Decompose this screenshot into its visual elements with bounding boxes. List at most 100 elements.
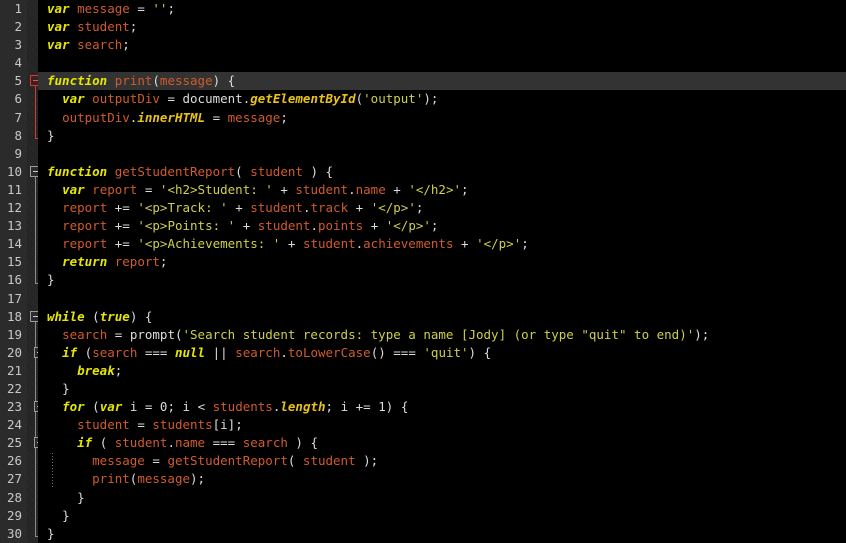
code-line[interactable]: } (38, 127, 846, 145)
line-number: 13 (0, 217, 26, 235)
token-kw: null (175, 345, 205, 360)
code-line[interactable]: report += '<p>Points: ' + student.points… (38, 217, 846, 235)
token-pln: ( (175, 327, 183, 342)
token-pln (175, 91, 183, 106)
code-line[interactable]: if ( student.name === search ) { (38, 434, 846, 452)
code-line[interactable]: print(message); (38, 470, 846, 488)
token-pln: ); (694, 327, 709, 342)
token-pln (47, 218, 62, 233)
token-pln: } (62, 508, 70, 523)
token-id: students (152, 417, 212, 432)
token-kw: while (47, 309, 85, 324)
token-bi: getElementById (250, 91, 355, 106)
token-kw: var (100, 399, 123, 414)
token-pln: === (145, 345, 168, 360)
code-line[interactable]: var report = '<h2>Student: ' + student.n… (38, 181, 846, 199)
token-kw: var (62, 182, 85, 197)
token-pln: i (220, 417, 228, 432)
token-pln: document (183, 91, 243, 106)
token-pln: ( (152, 73, 160, 88)
code-line[interactable]: search = prompt('Search student records:… (38, 326, 846, 344)
code-line[interactable]: } (38, 380, 846, 398)
line-number: 6 (0, 90, 26, 108)
line-number: 22 (0, 380, 26, 398)
token-pln: = (152, 453, 160, 468)
token-pln: ( (356, 91, 364, 106)
token-kw: for (62, 399, 85, 414)
line-number: 30 (0, 525, 26, 543)
token-id: search (235, 345, 280, 360)
code-line[interactable]: for (var i = 0; i < students.length; i +… (38, 398, 846, 416)
code-editor[interactable]: 1234567891011121314151617181920212223242… (0, 0, 846, 543)
line-number: 17 (0, 290, 26, 308)
code-line[interactable]: var student; (38, 18, 846, 36)
code-line[interactable]: var search; (38, 36, 846, 54)
code-line[interactable]: var outputDiv = document.getElementById(… (38, 90, 846, 108)
line-number: 23 (0, 398, 26, 416)
token-pln (47, 182, 62, 197)
code-line[interactable]: var message = ''; (38, 0, 846, 18)
token-pln: ) { (469, 345, 492, 360)
token-pln (47, 471, 92, 486)
token-pln: { (228, 73, 236, 88)
code-area[interactable]: var message = '';var student;var search;… (38, 0, 846, 543)
token-pln (378, 218, 386, 233)
token-pln: i (341, 399, 349, 414)
line-number: 18 (0, 308, 26, 326)
token-pln: ); (190, 471, 205, 486)
token-pln (220, 110, 228, 125)
token-id: report (62, 200, 107, 215)
token-kw: return (62, 254, 107, 269)
code-line[interactable]: if (search === null || search.toLowerCas… (38, 344, 846, 362)
token-pln (363, 218, 371, 233)
token-pln: ); (423, 91, 438, 106)
token-pln: ) { (288, 435, 318, 450)
code-line[interactable] (38, 290, 846, 308)
token-pln: += (348, 399, 378, 414)
token-pln: + (461, 236, 469, 251)
token-pln (453, 236, 461, 251)
code-line[interactable]: } (38, 525, 846, 543)
code-line[interactable]: break; (38, 362, 846, 380)
token-id: search (77, 37, 122, 52)
token-id: report (62, 236, 107, 251)
token-bi: innerHTML (137, 110, 205, 125)
line-number: 3 (0, 36, 26, 54)
token-pln: + (280, 182, 288, 197)
source-code[interactable]: var message = '';var student;var search;… (38, 0, 846, 543)
token-pln (220, 73, 228, 88)
token-pln: . (310, 218, 318, 233)
code-line[interactable]: while (true) { (38, 308, 846, 326)
code-line[interactable]: outputDiv.innerHTML = message; (38, 109, 846, 127)
code-line[interactable]: } (38, 271, 846, 289)
code-line[interactable]: message = getStudentReport( student ); (38, 452, 846, 470)
token-pln (47, 254, 62, 269)
token-pln (47, 381, 62, 396)
token-pln: } (47, 526, 55, 541)
token-pln (295, 236, 303, 251)
code-line[interactable]: function print(message) { (38, 72, 846, 90)
token-pln: ; (167, 1, 175, 16)
code-line[interactable]: report += '<p>Achievements: ' + student.… (38, 235, 846, 253)
code-line[interactable]: report += '<p>Track: ' + student.track +… (38, 199, 846, 217)
code-line[interactable]: } (38, 489, 846, 507)
code-line[interactable]: return report; (38, 253, 846, 271)
token-pln (167, 345, 175, 360)
code-line[interactable]: student = students[i]; (38, 416, 846, 434)
token-pln: ; (521, 236, 529, 251)
token-pln: = (137, 1, 145, 16)
token-pln: ; (280, 110, 288, 125)
fold-connector-line (35, 174, 36, 284)
token-pln (47, 327, 62, 342)
code-line[interactable]: function getStudentReport( student ) { (38, 163, 846, 181)
token-str: '</h2>' (408, 182, 461, 197)
token-str: '</p>' (476, 236, 521, 251)
token-id: student (295, 182, 348, 197)
token-pln: ; (160, 254, 168, 269)
token-pln: ) { (386, 399, 409, 414)
code-line[interactable] (38, 54, 846, 72)
code-line[interactable]: } (38, 507, 846, 525)
token-id: getStudentReport (115, 164, 235, 179)
code-line[interactable] (38, 145, 846, 163)
token-pln (107, 218, 115, 233)
